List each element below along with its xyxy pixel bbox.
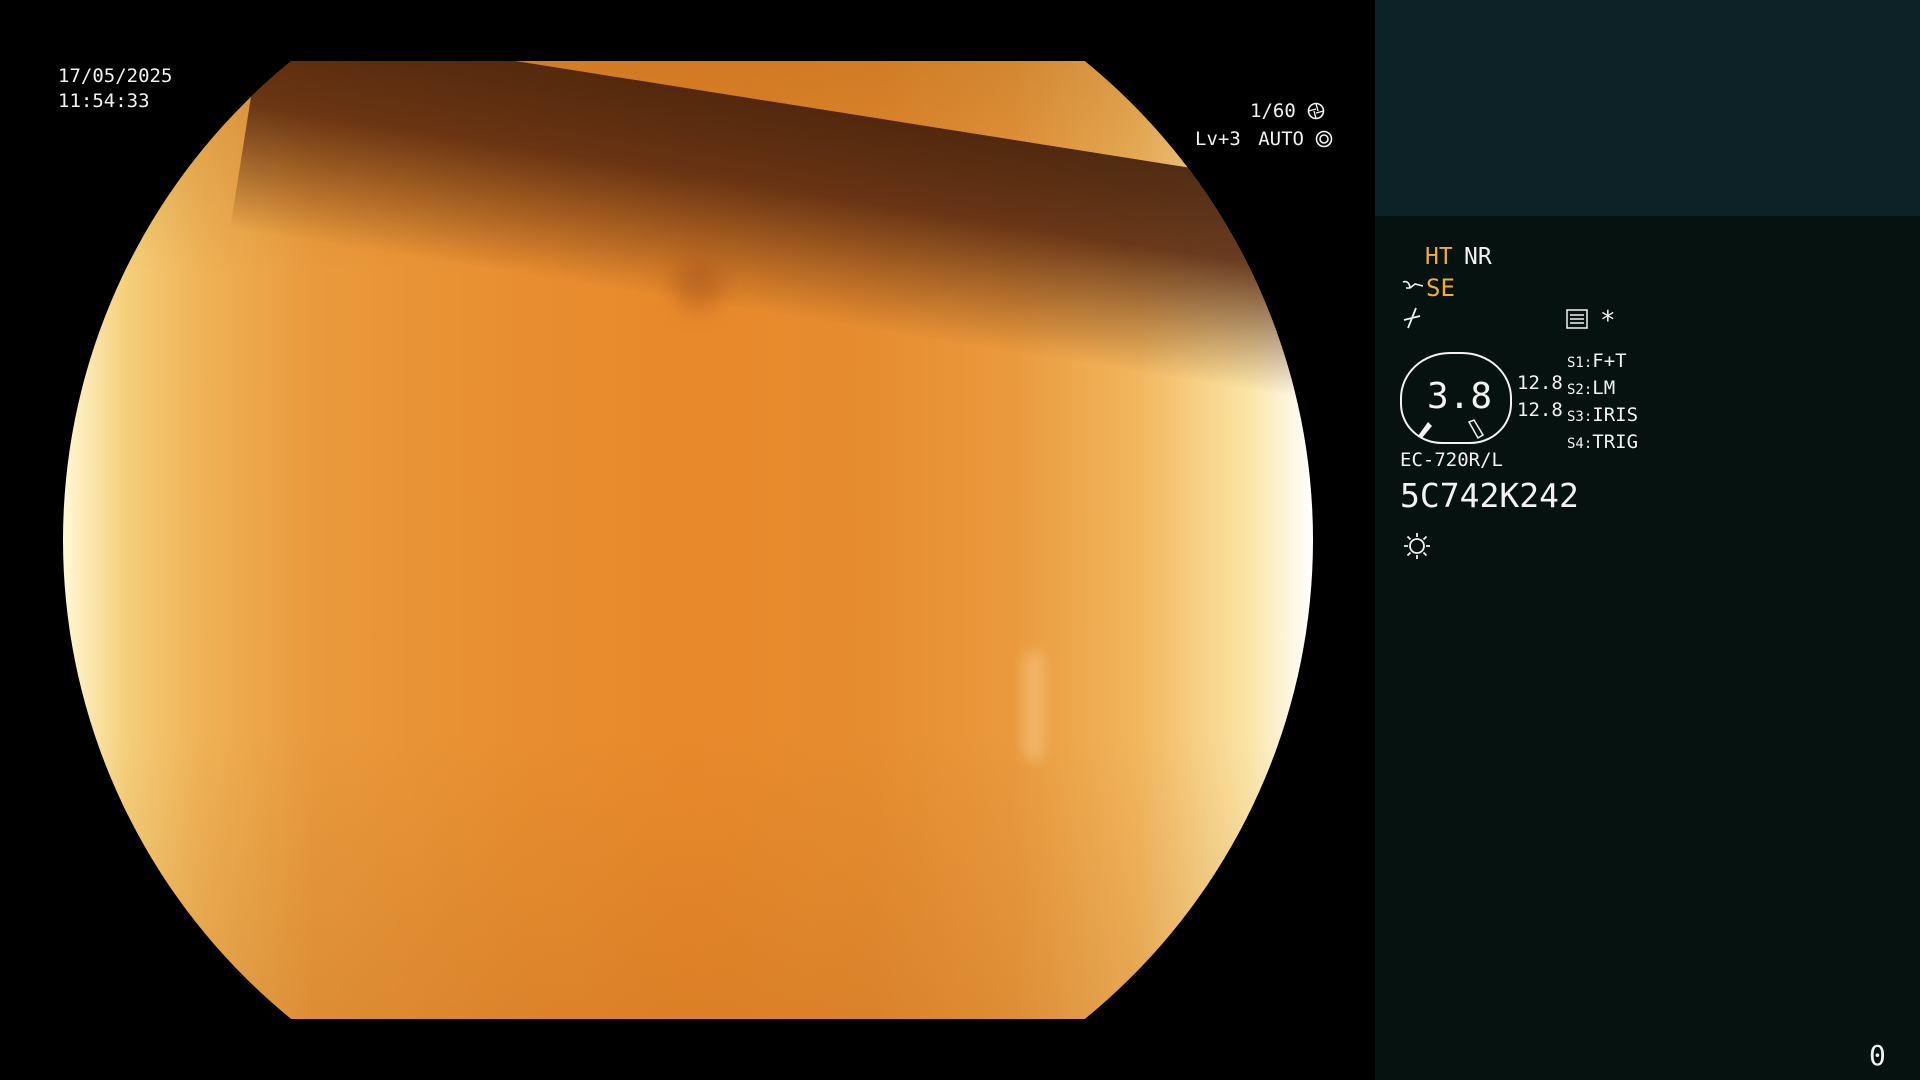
aperture-icon — [1307, 102, 1325, 120]
exposure-overlay: Lv+3 AUTO — [1195, 127, 1333, 152]
sidebar-header-panel — [1375, 0, 1920, 216]
image-glare — [1023, 651, 1045, 761]
switch-row: S4:TRIG — [1567, 431, 1639, 453]
endoscope-image — [63, 61, 1313, 1019]
nr-indicator: NR — [1464, 244, 1492, 270]
switch-row: S1:F+T — [1567, 350, 1627, 372]
light-source-icon — [1404, 533, 1430, 559]
zoom-value: 3.8 — [1427, 376, 1493, 417]
level-text: Lv+3 — [1195, 128, 1241, 150]
shutter-text: 1/60 — [1250, 100, 1296, 122]
switch-list: S1:F+T S2:LM S3:IRIS S4:TRIG — [1567, 349, 1638, 457]
scope-serial: 5C742K242 — [1400, 476, 1579, 515]
image-shading — [63, 61, 1313, 1019]
se-indicator: SE — [1426, 274, 1455, 302]
ht-indicator: HT — [1425, 244, 1453, 270]
endoscope-view: 17/05/2025 11:54:33 1/60 Lv+3 AUTO — [0, 0, 1375, 1080]
dial-marker-left-icon — [1418, 422, 1432, 438]
image-spot — [673, 261, 723, 311]
page-counter: 0 — [1869, 1039, 1886, 1072]
time-text: 11:54:33 — [58, 90, 150, 112]
zoom-bottom-value: 12.8 — [1517, 399, 1563, 421]
enhance-icon — [1402, 280, 1424, 289]
switch-row: S3:IRIS — [1567, 404, 1639, 426]
shutter-overlay: 1/60 — [1250, 99, 1325, 124]
scope-model: EC-720R/L — [1400, 449, 1503, 471]
signal-icon — [1403, 307, 1421, 329]
asterisk-indicator: * — [1600, 306, 1616, 336]
mode-text: AUTO — [1258, 128, 1304, 150]
zoom-top-value: 12.8 — [1517, 372, 1563, 394]
date-text: 17/05/2025 — [58, 65, 173, 87]
info-sidebar — [1375, 0, 1920, 1080]
auto-iris-icon — [1316, 130, 1333, 148]
datetime-overlay: 17/05/2025 11:54:33 — [58, 64, 172, 114]
dial-marker-right-icon — [1467, 419, 1485, 440]
menu-icon — [1566, 309, 1588, 329]
switch-row: S2:LM — [1567, 377, 1616, 399]
